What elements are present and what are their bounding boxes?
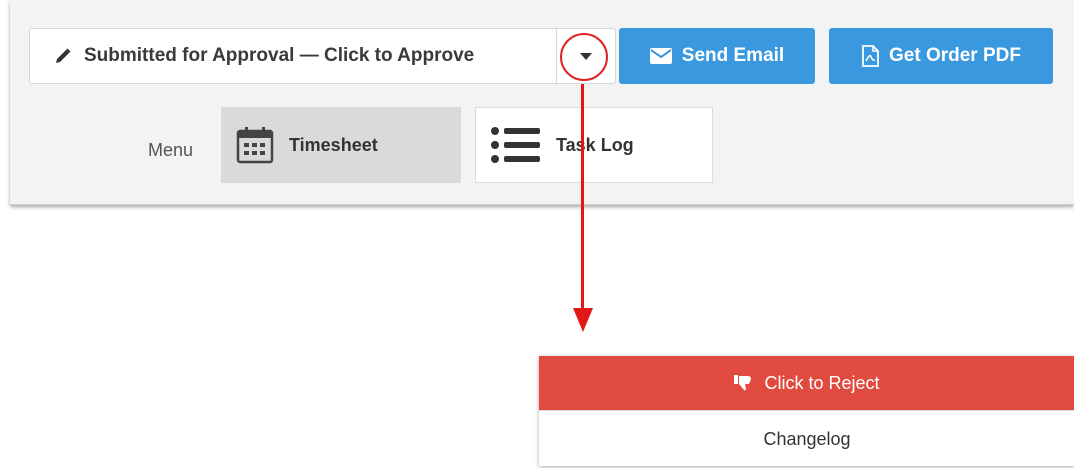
approve-status-label: Submitted for Approval — Click to Approv… — [84, 45, 475, 66]
reject-menu-label: Click to Reject — [764, 372, 880, 393]
tab-task-log[interactable]: Task Log — [475, 107, 713, 183]
menu-label: Menu — [148, 140, 194, 160]
thumbs-down-icon — [734, 375, 752, 391]
changelog-menu-item[interactable]: Changelog — [539, 410, 1074, 467]
approve-status-button[interactable]: Submitted for Approval — Click to Approv… — [29, 28, 557, 84]
pencil-icon — [54, 47, 72, 65]
tab-timesheet[interactable]: Timesheet — [221, 107, 461, 183]
tab-task-log-label: Task Log — [556, 134, 634, 155]
pdf-file-icon — [861, 45, 879, 67]
get-order-pdf-label: Get Order PDF — [889, 45, 1021, 66]
calendar-icon — [235, 125, 275, 165]
get-order-pdf-button[interactable]: Get Order PDF — [829, 28, 1053, 84]
tab-timesheet-label: Timesheet — [289, 134, 378, 155]
send-email-button[interactable]: Send Email — [619, 28, 815, 84]
changelog-menu-label: Changelog — [763, 428, 851, 449]
reject-menu-item[interactable]: Click to Reject — [539, 356, 1074, 410]
send-email-label: Send Email — [681, 45, 785, 66]
list-icon — [490, 125, 542, 165]
envelope-icon — [649, 48, 672, 64]
status-dropdown-menu: Click to Reject Changelog — [539, 356, 1074, 466]
annotation-circle — [560, 33, 608, 81]
annotation-arrow-line — [581, 84, 584, 310]
annotation-arrow-head — [573, 308, 593, 332]
